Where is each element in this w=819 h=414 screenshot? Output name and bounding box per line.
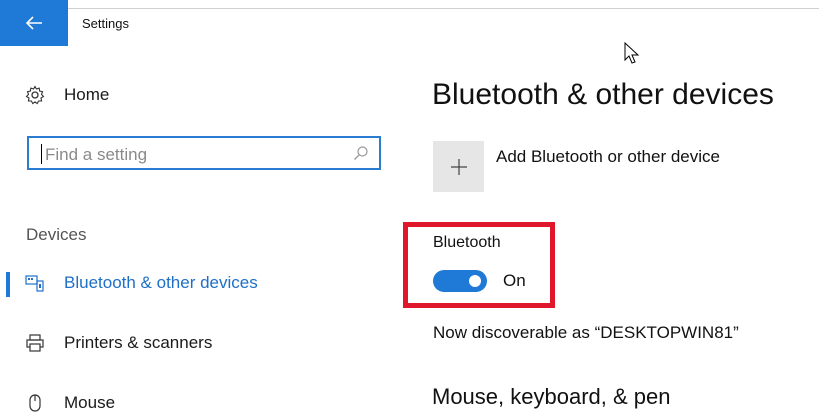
text-caret — [41, 144, 42, 164]
sidebar-item-mouse-label: Mouse — [64, 393, 116, 412]
toggle-state-label: On — [503, 271, 526, 290]
sidebar-item-bluetooth[interactable]: Bluetooth & other devices — [0, 272, 258, 297]
discoverable-status: Now discoverable as “DESKTOPWIN81” — [433, 323, 739, 342]
page-title: Bluetooth & other devices — [432, 78, 774, 111]
printer-icon — [24, 332, 46, 354]
search-box[interactable] — [27, 136, 381, 170]
gear-icon — [24, 84, 46, 106]
section-heading-mouse-keyboard-pen: Mouse, keyboard, & pen — [432, 384, 671, 409]
bluetooth-toggle[interactable] — [433, 270, 487, 292]
app-title: Settings — [82, 16, 129, 31]
title-bar-divider — [68, 8, 819, 9]
add-device-button[interactable] — [433, 141, 484, 192]
sidebar-item-mouse[interactable]: Mouse — [0, 392, 115, 414]
sidebar-item-home[interactable]: Home — [0, 84, 109, 106]
back-arrow-icon — [25, 16, 42, 30]
bluetooth-devices-icon — [24, 272, 46, 294]
bluetooth-label: Bluetooth — [433, 234, 501, 251]
add-device-label[interactable]: Add Bluetooth or other device — [496, 147, 720, 167]
back-button[interactable] — [0, 0, 68, 46]
mouse-pointer-icon — [624, 42, 640, 64]
selection-indicator — [6, 272, 10, 297]
plus-icon — [450, 158, 467, 175]
section-label-devices: Devices — [26, 225, 87, 244]
sidebar-item-printers[interactable]: Printers & scanners — [0, 332, 212, 354]
toggle-knob — [469, 275, 481, 287]
search-icon[interactable] — [353, 145, 369, 161]
sidebar-item-printers-label: Printers & scanners — [64, 333, 213, 352]
mouse-icon — [24, 392, 46, 414]
sidebar-item-bluetooth-label: Bluetooth & other devices — [64, 273, 258, 292]
search-input[interactable] — [43, 142, 347, 168]
sidebar-item-home-label: Home — [64, 85, 110, 104]
